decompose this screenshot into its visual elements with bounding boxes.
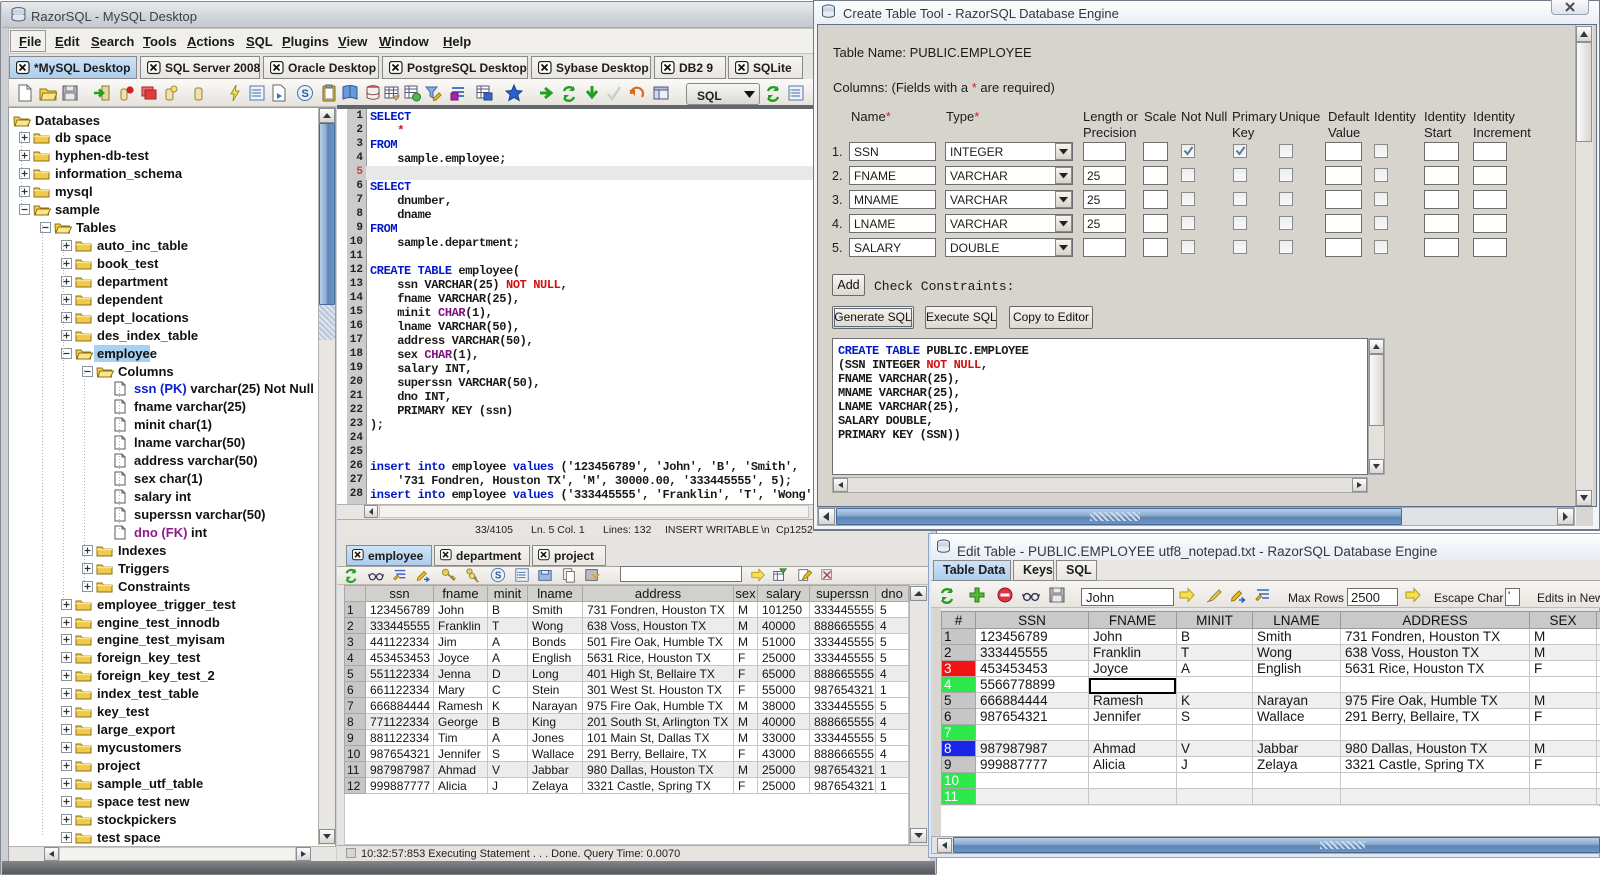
svg-text:S: S [302,88,309,100]
svg-text:S: S [495,571,502,582]
